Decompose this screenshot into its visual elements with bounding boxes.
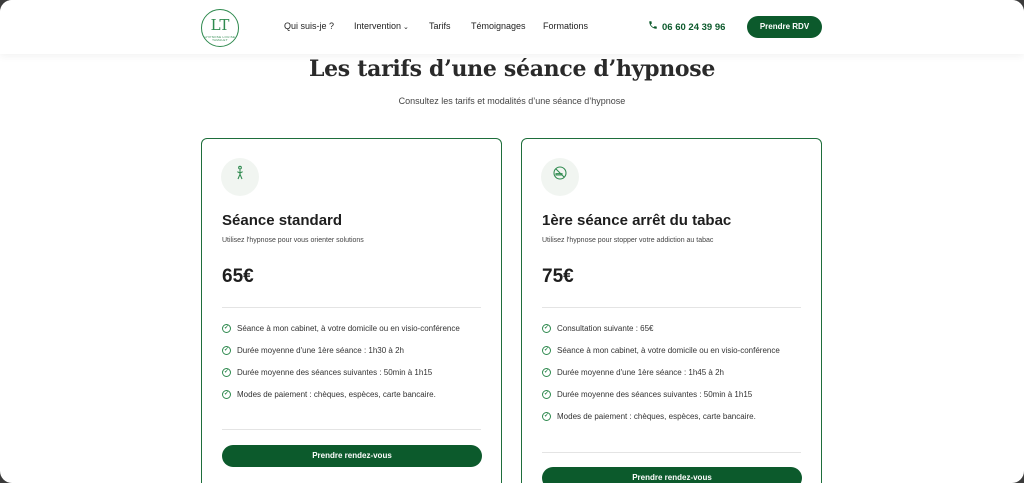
nav-link-intervention-label: Intervention (354, 21, 402, 31)
logo-subtext: HYPNOSE LOUISE TAMALET (204, 35, 236, 42)
feature-list: ✓ Séance à mon cabinet, à votre domicile … (222, 322, 472, 410)
page: LT HYPNOSE LOUISE TAMALET Qui suis-je ? … (0, 0, 1024, 483)
check-circle-icon: ✓ (222, 390, 231, 399)
feature-item: ✓ Durée moyenne des séances suivantes : 5… (222, 366, 472, 379)
site-header: LT HYPNOSE LOUISE TAMALET Qui suis-je ? … (0, 0, 1024, 54)
nav-link-tarifs[interactable]: Tarifs (429, 21, 451, 35)
check-circle-icon: ✓ (542, 346, 551, 355)
feature-item: ✓ Modes de paiement : chèques, espèces, c… (222, 388, 472, 401)
page-subtitle: Consultez les tarifs et modalités d’une … (398, 96, 626, 106)
card-description: Utilisez l'hypnose pour vous orienter so… (222, 237, 364, 244)
feature-list: ✓ Consultation suivante : 65€ ✓ Séance à m… (542, 322, 792, 432)
logo[interactable]: LT HYPNOSE LOUISE TAMALET (201, 9, 239, 47)
phone-link[interactable]: 06 60 24 39 96 (648, 20, 725, 33)
nav-link-intervention[interactable]: Intervention ⌄ (354, 21, 409, 35)
phone-icon (648, 20, 659, 33)
card-description: Utilisez l'hypnose pour stopper votre ad… (542, 237, 714, 244)
card-price: 75€ (542, 266, 574, 287)
prendre-rendez-vous-button[interactable]: Prendre rendez-vous (542, 467, 802, 483)
nav-link-temoignages[interactable]: Témoignages (471, 21, 526, 35)
pricing-card-tabac: 1ère séance arrêt du tabac Utilisez l'hy… (521, 138, 822, 483)
check-circle-icon: ✓ (542, 412, 551, 421)
pricing-card-standard: Séance standard Utilisez l'hypnose pour … (201, 138, 502, 483)
phone-number: 06 60 24 39 96 (662, 22, 726, 33)
feature-text: Durée moyenne des séances suivantes : 50… (237, 368, 433, 377)
page-title: Les tarifs d’une séance d’hypnose (308, 56, 716, 82)
feature-item: ✓ Durée moyenne des séances suivantes : 5… (542, 388, 792, 401)
logo-text: LT (210, 16, 230, 34)
prendre-rendez-vous-button[interactable]: Prendre rendez-vous (222, 445, 482, 467)
feature-text: Modes de paiement : chèques, espèces, ca… (237, 390, 436, 399)
feature-text: Modes de paiement : chèques, espèces, ca… (557, 412, 756, 421)
feature-text: Durée moyenne d'une 1ère séance : 1h30 à… (237, 346, 404, 355)
feature-text: Durée moyenne d'une 1ère séance : 1h45 à… (557, 368, 724, 377)
check-circle-icon: ✓ (222, 346, 231, 355)
card-divider (542, 452, 801, 453)
feature-item: ✓ Consultation suivante : 65€ (542, 322, 792, 335)
card-divider (222, 307, 481, 308)
feature-item: ✓ Séance à mon cabinet, à votre domicile … (222, 322, 472, 335)
feature-text: Durée moyenne des séances suivantes : 50… (557, 390, 753, 399)
prendre-rdv-button[interactable]: Prendre RDV (747, 16, 822, 38)
feature-item: ✓ Durée moyenne d'une 1ère séance : 1h30 … (222, 344, 472, 357)
no-smoking-icon (541, 158, 579, 196)
nav-link-qui-suis-je[interactable]: Qui suis-je ? (284, 21, 334, 35)
check-circle-icon: ✓ (222, 368, 231, 377)
check-circle-icon: ✓ (542, 324, 551, 333)
check-circle-icon: ✓ (542, 390, 551, 399)
card-price: 65€ (222, 266, 254, 287)
card-divider (542, 307, 801, 308)
person-relax-icon (221, 158, 259, 196)
feature-text: Séance à mon cabinet, à votre domicile o… (237, 324, 460, 333)
card-divider (222, 429, 481, 430)
check-circle-icon: ✓ (222, 324, 231, 333)
card-title: 1ère séance arrêt du tabac (542, 212, 732, 229)
card-title: Séance standard (222, 212, 343, 229)
feature-item: ✓ Modes de paiement : chèques, espèces, c… (542, 410, 792, 423)
chevron-down-icon: ⌄ (403, 24, 409, 31)
nav-link-formations[interactable]: Formations (543, 21, 588, 35)
feature-item: ✓ Séance à mon cabinet, à votre domicile … (542, 344, 792, 357)
feature-item: ✓ Durée moyenne d'une 1ère séance : 1h45 … (542, 366, 792, 379)
feature-text: Consultation suivante : 65€ (557, 324, 654, 333)
feature-text: Séance à mon cabinet, à votre domicile o… (557, 346, 780, 355)
check-circle-icon: ✓ (542, 368, 551, 377)
